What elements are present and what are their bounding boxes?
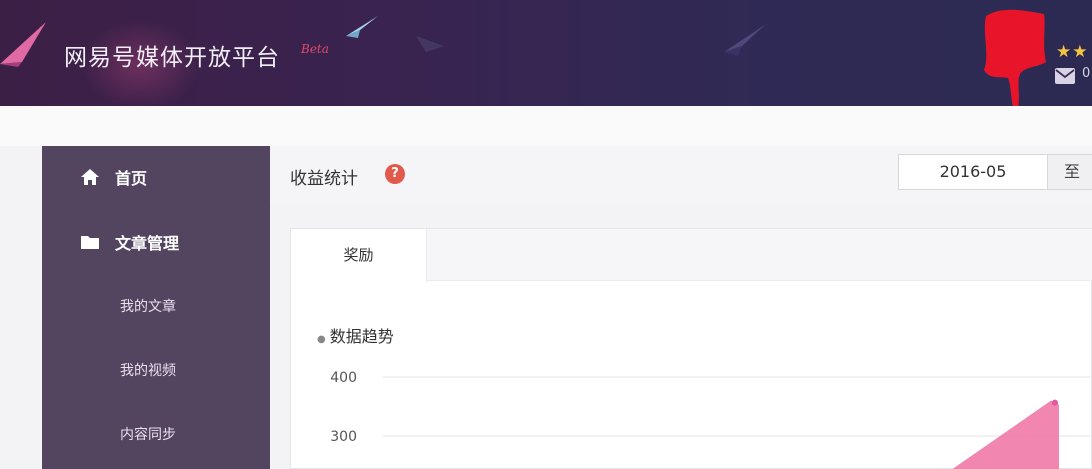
- trend-chart: 400 300: [330, 370, 1092, 469]
- sidebar-subitem-my-articles[interactable]: 我的文章: [42, 288, 270, 324]
- date-range-to-label: 至: [1047, 154, 1092, 190]
- sidebar-subitem-label: 内容同步: [120, 427, 176, 443]
- chart-point[interactable]: [1052, 399, 1058, 406]
- top-header: 网易号媒体开放平台 Beta ★★ 0: [0, 0, 1092, 106]
- y-tick-label: 300: [330, 429, 357, 445]
- trend-title: ● 数据趋势: [317, 323, 394, 347]
- start-date-field[interactable]: 2016-05: [898, 154, 1048, 190]
- folder-icon: [81, 236, 99, 249]
- bullet-icon: ●: [317, 334, 326, 345]
- paper-plane-icon: [416, 36, 444, 52]
- toolbar: 收益统计 ? 2016-05 至: [270, 146, 1092, 204]
- trend-title-text: 数据趋势: [329, 327, 394, 346]
- tab-strip: 奖励: [291, 229, 1092, 282]
- paper-plane-icon: [346, 16, 378, 38]
- beta-badge: Beta: [301, 42, 329, 56]
- sidebar-subitem-label: 我的视频: [120, 363, 176, 379]
- redaction-mark: [984, 9, 1046, 106]
- sidebar-subitem-label: 我的文章: [120, 299, 176, 315]
- sidebar-item-label: 首页: [115, 169, 148, 188]
- sidebar-item-label: 文章管理: [115, 234, 180, 253]
- tab-reward[interactable]: 奖励: [291, 229, 427, 282]
- brand-title[interactable]: 网易号媒体开放平台: [64, 38, 280, 72]
- home-icon: [81, 169, 99, 185]
- header-band: [0, 106, 1092, 146]
- help-icon[interactable]: ?: [385, 164, 405, 184]
- mail-count: 0: [1082, 66, 1091, 81]
- y-tick-label: 400: [330, 370, 357, 386]
- sidebar-item-home[interactable]: 首页: [42, 157, 270, 197]
- chart-area-series: [952, 400, 1059, 469]
- rating-stars: ★★: [1056, 42, 1089, 62]
- logo-shard-icon: [0, 22, 46, 67]
- sidebar: 首页 文章管理 我的文章 我的视频 内容同步: [42, 146, 270, 469]
- sidebar-subitem-content-sync[interactable]: 内容同步: [42, 416, 270, 452]
- paper-plane-icon: [724, 24, 766, 56]
- main-content: 收益统计 ? 2016-05 至 奖励 ● 数据趋势 400 300: [270, 146, 1092, 469]
- stats-panel: 奖励 ● 数据趋势 400 300: [290, 228, 1092, 469]
- sidebar-subitem-my-videos[interactable]: 我的视频: [42, 352, 270, 388]
- page-title: 收益统计: [290, 169, 358, 189]
- sidebar-item-article-management[interactable]: 文章管理: [42, 222, 270, 262]
- mail-icon[interactable]: [1055, 68, 1075, 84]
